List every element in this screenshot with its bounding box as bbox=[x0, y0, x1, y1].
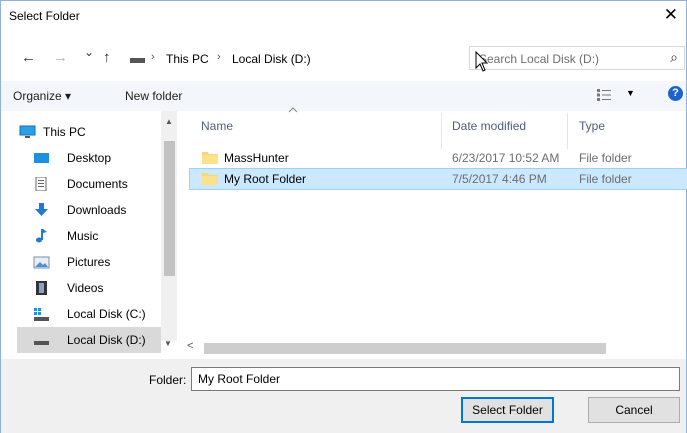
scroll-up-arrow-icon[interactable]: ▲ bbox=[165, 117, 173, 126]
folder-icon bbox=[202, 152, 218, 164]
new-folder-button[interactable]: New folder bbox=[125, 89, 182, 103]
up-arrow-icon[interactable]: ↑ bbox=[103, 49, 111, 66]
sidebar-item-desktop[interactable]: Desktop bbox=[17, 145, 161, 171]
view-options-icon[interactable] bbox=[597, 89, 611, 101]
file-row[interactable]: MassHunter 6/23/2017 10:52 AM File folde… bbox=[189, 147, 687, 169]
column-header-type[interactable]: Type bbox=[579, 119, 605, 133]
sort-ascending-icon bbox=[288, 107, 298, 113]
view-dropdown-icon[interactable]: ▼ bbox=[626, 88, 635, 98]
sidebar-item-pictures[interactable]: Pictures bbox=[17, 249, 161, 275]
sidebar-item-this-pc[interactable]: This PC bbox=[17, 119, 161, 145]
sidebar-item-local-disk-c[interactable]: Local Disk (C:) bbox=[17, 301, 161, 327]
organize-button[interactable]: Organize ▾ bbox=[13, 89, 71, 103]
sidebar-item-local-disk-d[interactable]: Local Disk (D:) bbox=[17, 327, 161, 353]
sidebar-item-documents[interactable]: Documents bbox=[17, 171, 161, 197]
search-icon[interactable]: ⌕ bbox=[670, 49, 678, 66]
file-name: My Root Folder bbox=[224, 172, 307, 186]
breadcrumb-chevron-icon[interactable]: › bbox=[217, 51, 221, 63]
address-bar[interactable]: › This PC › Local Disk (D:) ⌄ ↻ bbox=[125, 46, 576, 70]
help-icon[interactable]: ? bbox=[668, 86, 683, 101]
title-bar: Select Folder ✕ bbox=[1, 1, 686, 31]
folder-name-input[interactable] bbox=[191, 367, 680, 391]
file-date-modified: 6/23/2017 10:52 AM bbox=[452, 151, 560, 165]
music-note-icon bbox=[36, 229, 47, 243]
pictures-icon bbox=[33, 256, 50, 269]
select-folder-button[interactable]: Select Folder bbox=[461, 397, 554, 423]
sidebar-item-label: Local Disk (D:) bbox=[67, 333, 146, 347]
sidebar-item-label: Music bbox=[67, 229, 99, 243]
sidebar-item-label: Pictures bbox=[67, 255, 111, 269]
breadcrumb-chevron-icon[interactable]: › bbox=[151, 51, 155, 63]
sidebar-item-label: Downloads bbox=[67, 203, 127, 217]
monitor-icon bbox=[19, 125, 36, 138]
drive-icon bbox=[34, 341, 49, 345]
navigation-bar: ← → ⌄ ↑ › This PC › Local Disk (D:) ⌄ ↻ … bbox=[1, 45, 686, 73]
documents-icon bbox=[35, 177, 47, 191]
close-icon[interactable]: ✕ bbox=[664, 5, 678, 25]
back-arrow-icon[interactable]: ← bbox=[21, 49, 36, 66]
scroll-left-arrow-icon[interactable]: < bbox=[187, 340, 193, 352]
sidebar-item-label: Videos bbox=[67, 281, 104, 295]
scrollbar-thumb[interactable] bbox=[204, 343, 606, 354]
select-folder-dialog: Select Folder ✕ ← → ⌄ ↑ › This PC › Loca… bbox=[0, 0, 687, 433]
sidebar-item-label: Documents bbox=[67, 177, 128, 191]
sidebar-item-label: Local Disk (C:) bbox=[67, 307, 146, 321]
forward-arrow-icon[interactable]: → bbox=[53, 49, 68, 66]
breadcrumb-this-pc[interactable]: This PC bbox=[166, 52, 209, 66]
navigation-pane: This PC Desktop Documents Downloads Musi… bbox=[17, 111, 177, 357]
file-date-modified: 7/5/2017 4:46 PM bbox=[452, 172, 547, 186]
file-type: File folder bbox=[579, 172, 632, 186]
mouse-cursor-icon bbox=[475, 51, 489, 72]
sidebar-item-downloads[interactable]: Downloads bbox=[17, 197, 161, 223]
sidebar-item-music[interactable]: Music bbox=[17, 223, 161, 249]
windows-drive-icon bbox=[34, 308, 49, 321]
drive-icon bbox=[130, 58, 145, 63]
search-placeholder: Search Local Disk (D:) bbox=[479, 52, 600, 66]
search-box[interactable]: Search Local Disk (D:) ⌕ bbox=[469, 46, 685, 70]
column-divider[interactable] bbox=[441, 113, 442, 149]
film-icon bbox=[36, 281, 47, 295]
breadcrumb-local-disk-d[interactable]: Local Disk (D:) bbox=[232, 52, 311, 66]
desktop-icon bbox=[34, 153, 49, 163]
dialog-title: Select Folder bbox=[9, 9, 80, 23]
download-arrow-icon bbox=[35, 203, 48, 216]
file-row-selected[interactable]: My Root Folder 7/5/2017 4:46 PM File fol… bbox=[189, 168, 687, 190]
sidebar-item-videos[interactable]: Videos bbox=[17, 275, 161, 301]
folder-icon bbox=[202, 173, 218, 185]
column-header-name[interactable]: Name bbox=[201, 119, 233, 133]
sidebar-item-label: This PC bbox=[43, 125, 86, 139]
file-name: MassHunter bbox=[224, 151, 289, 165]
sidebar-item-label: Desktop bbox=[67, 151, 112, 165]
recent-locations-chevron-icon[interactable]: ⌄ bbox=[84, 45, 94, 59]
column-divider[interactable] bbox=[567, 113, 568, 149]
cancel-button[interactable]: Cancel bbox=[588, 397, 680, 423]
scroll-down-arrow-icon[interactable]: ▼ bbox=[164, 339, 172, 348]
folder-label: Folder: bbox=[149, 373, 187, 387]
dialog-footer: Folder: Select Folder Cancel bbox=[1, 359, 686, 433]
file-list-horizontal-scrollbar[interactable]: < bbox=[181, 339, 687, 357]
file-list-header: Name Date modified Type bbox=[189, 113, 686, 149]
sidebar-vertical-scrollbar[interactable]: ▲ bbox=[161, 111, 177, 341]
scrollbar-thumb[interactable] bbox=[164, 141, 175, 276]
command-toolbar: Organize ▾ New folder bbox=[1, 81, 686, 111]
column-header-date-modified[interactable]: Date modified bbox=[452, 119, 526, 133]
file-type: File folder bbox=[579, 151, 632, 165]
